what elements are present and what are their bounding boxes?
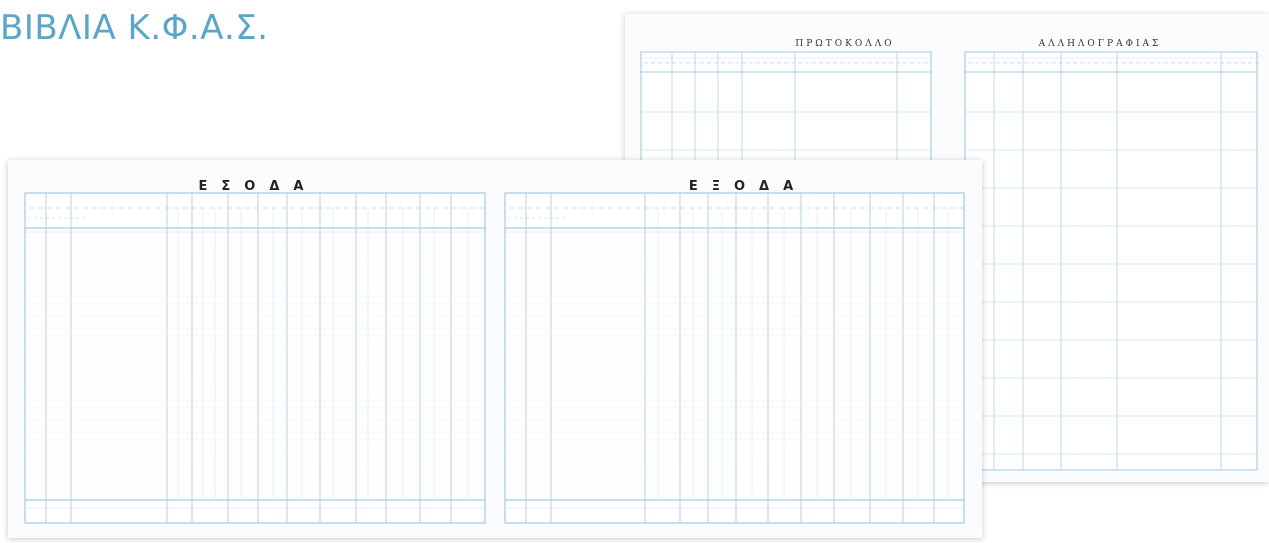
ledger-page-frame bbox=[24, 192, 486, 524]
expenses-heading: ΕΞΟΔΑ bbox=[689, 179, 807, 194]
income-expense-ledger-sheet: ΕΣΟΔΑ ΕΞΟΔΑ Σύνολο € Σύνολο € bbox=[8, 160, 982, 538]
income-heading: ΕΣΟΔΑ bbox=[199, 179, 318, 194]
ledger-page-frame bbox=[504, 192, 965, 524]
protocol-heading: ΠΡΩΤΟΚΟΛΛΟ bbox=[795, 39, 894, 49]
page-title: ΒΙΒΛΙΑ Κ.Φ.Α.Σ. bbox=[0, 8, 269, 48]
income-expense-grid: ΕΣΟΔΑ ΕΞΟΔΑ Σύνολο € Σύνολο € bbox=[24, 179, 965, 524]
ledger-table-frame bbox=[964, 51, 1258, 471]
correspondence-heading: ΑΛΛΗΛΟΓΡΑΦΙΑΣ bbox=[1038, 39, 1162, 49]
